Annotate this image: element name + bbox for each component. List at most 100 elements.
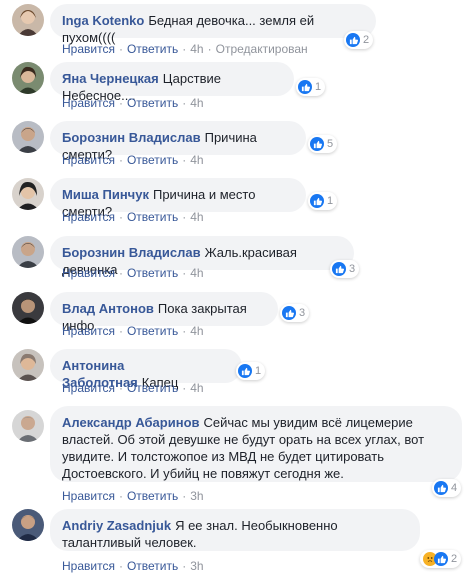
comment-bubble: Борознин Владислав Причина смерти? <box>50 121 306 162</box>
reply-link[interactable]: Ответить <box>127 489 178 503</box>
timestamp[interactable]: 4h <box>190 96 203 110</box>
timestamp[interactable]: 4h <box>190 381 203 395</box>
reaction-number: 3 <box>349 263 356 275</box>
avatar[interactable] <box>12 121 44 153</box>
reaction-number: 1 <box>315 81 322 93</box>
reaction-number: 1 <box>255 365 262 377</box>
comment-thread: Inga Kotenko Бедная девочка... земля ей п… <box>0 0 472 578</box>
timestamp[interactable]: 3h <box>190 559 203 573</box>
timestamp[interactable]: 4h <box>190 42 203 56</box>
reaction-count[interactable]: 1 <box>308 192 338 210</box>
comment-bubble: Andriy Zasadnjuk Я ее знал. Необыкновенно… <box>50 509 420 551</box>
like-icon <box>346 33 360 47</box>
comment-actions: Нравится · Ответить · 4h <box>62 324 204 338</box>
avatar[interactable] <box>12 4 44 36</box>
like-icon <box>434 552 448 566</box>
like-link[interactable]: Нравится <box>62 210 115 224</box>
reply-link[interactable]: Ответить <box>127 210 178 224</box>
reaction-count[interactable]: 5 <box>308 135 338 153</box>
comment-author[interactable]: Борознин Владислав <box>62 245 201 260</box>
reply-link[interactable]: Ответить <box>127 42 178 56</box>
comment-actions: Нравится · Ответить · 3h <box>62 559 204 573</box>
timestamp[interactable]: 4h <box>190 324 203 338</box>
comment-bubble: Влад Антонов Пока закрытая инфо <box>50 292 278 333</box>
reaction-count[interactable]: 2 <box>344 31 374 49</box>
edited-label[interactable]: Отредактирован <box>216 42 308 56</box>
avatar-image <box>12 4 44 36</box>
comment-actions: Нравится · Ответить · 4h <box>62 96 204 110</box>
like-link[interactable]: Нравится <box>62 96 115 110</box>
comment-bubble: Александр Абаринов Сейчас мы увидим всё л… <box>50 406 462 482</box>
like-icon <box>332 262 346 276</box>
avatar[interactable] <box>12 292 44 324</box>
comment-author[interactable]: Яна Чернецкая <box>62 71 159 86</box>
timestamp[interactable]: 4h <box>190 153 203 167</box>
avatar-image <box>12 410 44 442</box>
timestamp[interactable]: 3h <box>190 489 203 503</box>
reaction-number: 5 <box>327 138 334 150</box>
avatar[interactable] <box>12 236 44 268</box>
like-link[interactable]: Нравится <box>62 153 115 167</box>
like-icon <box>310 137 324 151</box>
avatar-image <box>12 349 44 381</box>
comment-author[interactable]: Andriy Zasadnjuk <box>62 518 171 533</box>
comment-author[interactable]: Inga Kotenko <box>62 13 144 28</box>
reaction-number: 2 <box>451 553 458 565</box>
reply-link[interactable]: Ответить <box>127 96 178 110</box>
reply-link[interactable]: Ответить <box>127 153 178 167</box>
reaction-count[interactable]: 2 <box>420 550 462 568</box>
comment-bubble: Миша Пинчук Причина и место смерти? <box>50 178 306 219</box>
comment-bubble: Борознин Владислав Жаль.красивая девченка <box>50 236 354 277</box>
avatar-image <box>12 236 44 268</box>
like-icon <box>238 364 252 378</box>
avatar[interactable] <box>12 509 44 541</box>
like-link[interactable]: Нравится <box>62 489 115 503</box>
reply-link[interactable]: Ответить <box>127 324 178 338</box>
reply-link[interactable]: Ответить <box>127 381 178 395</box>
like-link[interactable]: Нравится <box>62 42 115 56</box>
comment-actions: Нравится · Ответить · 4h <box>62 210 204 224</box>
reaction-count[interactable]: 1 <box>236 362 266 380</box>
comment-author[interactable]: Александр Абаринов <box>62 415 200 430</box>
reaction-count[interactable]: 1 <box>296 78 326 96</box>
like-icon <box>298 80 312 94</box>
reply-link[interactable]: Ответить <box>127 559 178 573</box>
comment-actions: Нравится · Ответить · 4h <box>62 266 204 280</box>
reaction-count[interactable]: 3 <box>330 260 360 278</box>
comment-bubble: Антонина Заболотная Капец <box>50 349 242 390</box>
comment-actions: Нравится · Ответить · 4h <box>62 153 204 167</box>
avatar[interactable] <box>12 349 44 381</box>
comment-author[interactable]: Миша Пинчук <box>62 187 149 202</box>
reaction-count[interactable]: 3 <box>280 304 310 322</box>
reply-link[interactable]: Ответить <box>127 266 178 280</box>
reaction-number: 3 <box>299 307 306 319</box>
avatar-image <box>12 178 44 210</box>
like-icon <box>282 306 296 320</box>
reaction-count[interactable]: 4 <box>432 479 462 497</box>
reaction-number: 1 <box>327 195 334 207</box>
comment-actions: Нравится · Ответить · 3h <box>62 489 204 503</box>
comment-author[interactable]: Борознин Владислав <box>62 130 201 145</box>
like-link[interactable]: Нравится <box>62 381 115 395</box>
comment-author[interactable]: Влад Антонов <box>62 301 154 316</box>
avatar[interactable] <box>12 410 44 442</box>
reaction-number: 2 <box>363 34 370 46</box>
timestamp[interactable]: 4h <box>190 210 203 224</box>
timestamp[interactable]: 4h <box>190 266 203 280</box>
like-icon <box>310 194 324 208</box>
avatar-image <box>12 292 44 324</box>
like-link[interactable]: Нравится <box>62 324 115 338</box>
like-link[interactable]: Нравится <box>62 266 115 280</box>
avatar-image <box>12 509 44 541</box>
avatar[interactable] <box>12 178 44 210</box>
avatar-image <box>12 62 44 94</box>
avatar[interactable] <box>12 62 44 94</box>
avatar-image <box>12 121 44 153</box>
comment-bubble: Яна Чернецкая Царствие Небесное.... <box>50 62 294 103</box>
like-icon <box>434 481 448 495</box>
comment-actions: Нравится · Ответить · 4h · Отредактирован <box>62 42 308 56</box>
reaction-number: 4 <box>451 482 458 494</box>
comment-actions: Нравится · Ответить · 4h <box>62 381 204 395</box>
like-link[interactable]: Нравится <box>62 559 115 573</box>
comment-bubble: Inga Kotenko Бедная девочка... земля ей п… <box>50 4 376 45</box>
